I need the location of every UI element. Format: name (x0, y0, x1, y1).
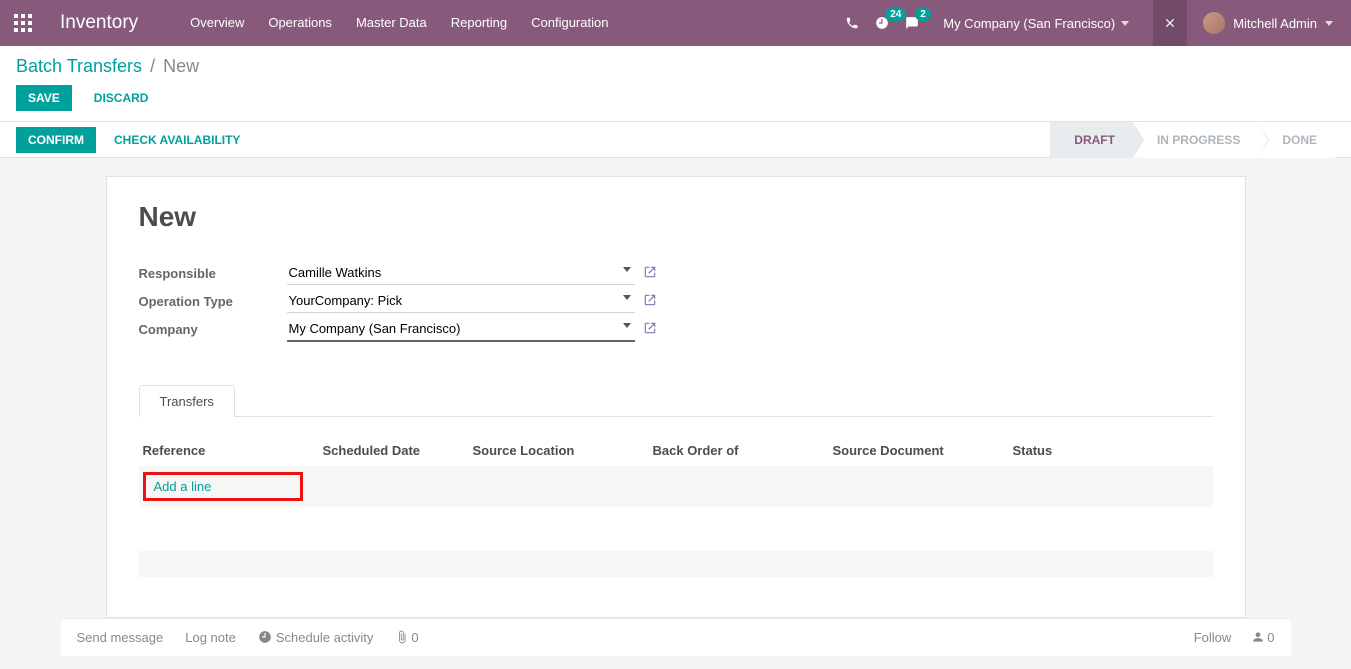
apps-launcher-icon[interactable] (14, 14, 32, 32)
external-link-icon[interactable] (643, 293, 657, 310)
col-back-order-of: Back Order of (653, 443, 833, 458)
chatter-bar: Send message Log note Schedule activity … (61, 618, 1291, 656)
table-empty-row (139, 551, 1213, 577)
save-button[interactable]: SAVE (16, 85, 72, 111)
check-availability-button[interactable]: CHECK AVAILABILITY (102, 127, 252, 153)
activities-count: 24 (885, 8, 906, 21)
menu-operations[interactable]: Operations (256, 0, 344, 46)
label-company: Company (139, 322, 287, 337)
col-scheduled-date: Scheduled Date (323, 443, 473, 458)
followers-link[interactable]: 0 (1251, 630, 1274, 645)
followers-count: 0 (1267, 630, 1274, 645)
add-line-highlight: Add a line (143, 472, 303, 501)
user-menu[interactable]: Mitchell Admin (1203, 12, 1337, 34)
discuss-count: 2 (915, 8, 931, 21)
external-link-icon[interactable] (643, 321, 657, 338)
menu-configuration[interactable]: Configuration (519, 0, 620, 46)
record-title: New (139, 201, 1213, 233)
col-status: Status (1013, 443, 1193, 458)
schedule-activity-link[interactable]: Schedule activity (258, 630, 374, 645)
col-source-document: Source Document (833, 443, 1013, 458)
table-header: Reference Scheduled Date Source Location… (139, 435, 1213, 466)
debug-icon[interactable] (1153, 0, 1187, 46)
attachments-count: 0 (411, 630, 418, 645)
label-operation-type: Operation Type (139, 294, 287, 309)
operation-type-field[interactable] (287, 289, 635, 313)
company-name: My Company (San Francisco) (943, 16, 1115, 31)
control-panel: Batch Transfers / New SAVE DISCARD (0, 46, 1351, 122)
app-title: Inventory (60, 12, 138, 34)
add-a-line-link[interactable]: Add a line (154, 479, 212, 494)
label-responsible: Responsible (139, 266, 287, 281)
chevron-down-icon[interactable] (623, 295, 631, 300)
voip-icon[interactable] (845, 16, 859, 30)
tab-transfers[interactable]: Transfers (139, 385, 235, 417)
company-switcher[interactable]: My Company (San Francisco) (935, 16, 1137, 31)
avatar (1203, 12, 1225, 34)
company-field[interactable] (287, 317, 635, 342)
log-note-link[interactable]: Log note (185, 630, 236, 645)
follow-button[interactable]: Follow (1194, 630, 1232, 645)
step-done[interactable]: DONE (1258, 122, 1335, 158)
send-message-link[interactable]: Send message (77, 630, 164, 645)
breadcrumb: Batch Transfers / New (16, 56, 1335, 77)
breadcrumb-root[interactable]: Batch Transfers (16, 56, 142, 77)
attachments-link[interactable]: 0 (395, 630, 418, 645)
confirm-button[interactable]: CONFIRM (16, 127, 96, 153)
menu-reporting[interactable]: Reporting (439, 0, 519, 46)
user-name: Mitchell Admin (1233, 16, 1317, 31)
step-in-progress[interactable]: IN PROGRESS (1133, 122, 1258, 158)
breadcrumb-current: New (163, 56, 199, 77)
schedule-activity-label: Schedule activity (276, 630, 374, 645)
chevron-down-icon (1121, 21, 1129, 26)
external-link-icon[interactable] (643, 265, 657, 282)
step-draft[interactable]: DRAFT (1050, 122, 1133, 158)
chevron-down-icon (1325, 21, 1333, 26)
discard-button[interactable]: DISCARD (82, 85, 161, 111)
breadcrumb-sep: / (150, 56, 155, 77)
transfers-table: Reference Scheduled Date Source Location… (139, 435, 1213, 577)
col-reference: Reference (143, 443, 323, 458)
activities-icon[interactable]: 24 (875, 16, 889, 30)
responsible-field[interactable] (287, 261, 635, 285)
table-row: Add a line (139, 466, 1213, 507)
chevron-down-icon[interactable] (623, 267, 631, 272)
col-source-location: Source Location (473, 443, 653, 458)
statusbar: CONFIRM CHECK AVAILABILITY DRAFT IN PROG… (0, 122, 1351, 158)
status-steps: DRAFT IN PROGRESS DONE (1050, 122, 1335, 158)
chevron-down-icon[interactable] (623, 323, 631, 328)
main-menu: Overview Operations Master Data Reportin… (178, 0, 620, 46)
notebook-tabs: Transfers (139, 384, 1213, 417)
form-sheet: New Responsible Operation Type Company (106, 176, 1246, 618)
menu-overview[interactable]: Overview (178, 0, 256, 46)
systray: 24 2 My Company (San Francisco) Mitchell… (845, 0, 1337, 46)
discuss-icon[interactable]: 2 (905, 16, 919, 30)
menu-master-data[interactable]: Master Data (344, 0, 439, 46)
topbar: Inventory Overview Operations Master Dat… (0, 0, 1351, 46)
